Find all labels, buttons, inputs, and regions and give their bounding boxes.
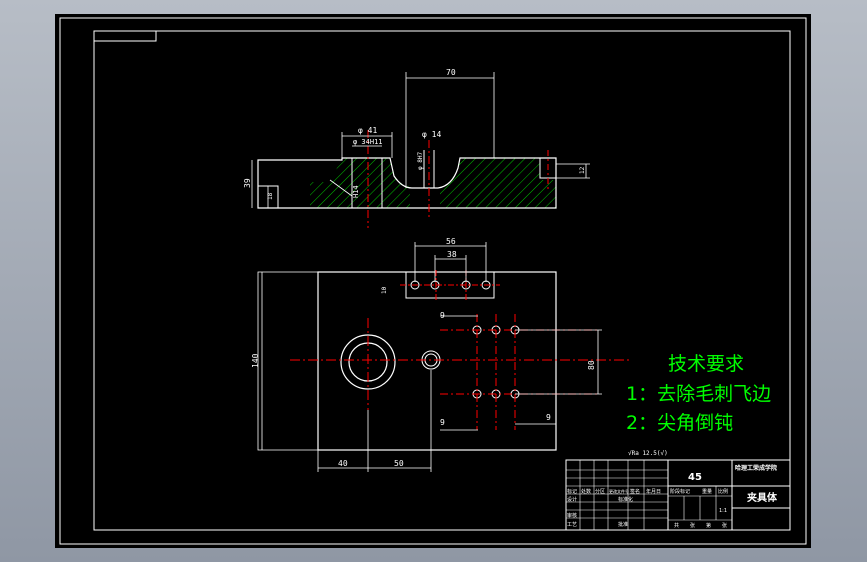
header-cell-6: 年月日 [646, 488, 661, 495]
school-name: 哈理工荣成学院 [735, 464, 777, 472]
dim-38-text: 38 [447, 250, 457, 259]
header-cell-1: 标记 [567, 488, 577, 495]
role-process: 工艺 [567, 522, 577, 528]
dim-10-text: 10 [381, 286, 388, 294]
header-cell-4: 更改文件号 [609, 488, 629, 494]
surface-roughness-note: √Ra 12.5(√) [628, 450, 668, 457]
dim-80-text: 80 [587, 360, 596, 370]
part-name: 夹具体 [747, 491, 778, 504]
sheet-cell-1: 共 [674, 522, 679, 529]
dim-9c-text: 9 [546, 413, 551, 422]
dim-9b-text: 9 [440, 418, 445, 427]
dim-50-text: 50 [394, 459, 404, 468]
requirements-title: 技术要求 [668, 353, 744, 375]
dim-h14-text: H14 [352, 185, 360, 198]
sheet-cell-4: 张 [722, 522, 727, 529]
requirement-item-2: 2：尖角倒钝 [626, 412, 733, 434]
role-review: 审核 [567, 512, 577, 519]
dim-39-text: 39 [243, 178, 252, 188]
dim-phi14-text: φ 14 [422, 130, 441, 139]
dim-140-text: 140 [251, 353, 260, 368]
sheet-cell-3: 第 [706, 522, 711, 529]
mid-standardization: 标准化 [618, 496, 633, 503]
dim-phi41-text: φ 41 [358, 126, 377, 135]
dim-phi34h11-text: φ 34H11 [353, 138, 383, 146]
engineering-drawing: 70 φ 41 φ 34H11 φ 14 φ 8H7 39 18 H14 12 [55, 14, 811, 548]
stage-header-2: 重量 [702, 488, 712, 495]
material-text: 45 [688, 472, 702, 483]
dim-18-text: 18 [267, 192, 274, 200]
role-design: 设计 [567, 496, 577, 503]
header-cell-3: 分区 [595, 488, 605, 495]
dim-12-text: 12 [579, 166, 586, 174]
mid-approval: 批准 [618, 521, 628, 528]
scale-text: 1:1 [719, 508, 727, 514]
dim-40-text: 40 [338, 459, 348, 468]
dim-phi8h7-text: φ 8H7 [417, 152, 424, 170]
dim-9a-text: 9 [440, 311, 445, 320]
stage-header-3: 比例 [718, 488, 728, 495]
dim-70-text: 70 [446, 68, 456, 77]
header-cell-5: 签名 [630, 488, 640, 495]
dim-56-text: 56 [446, 237, 456, 246]
requirement-item-1: 1：去除毛刺飞边 [626, 383, 771, 405]
stage-header-1: 阶段标记 [670, 488, 690, 495]
sheet-cell-2: 张 [690, 522, 695, 529]
cad-viewport: 70 φ 41 φ 34H11 φ 14 φ 8H7 39 18 H14 12 [0, 0, 867, 562]
header-cell-2: 处数 [581, 488, 591, 495]
